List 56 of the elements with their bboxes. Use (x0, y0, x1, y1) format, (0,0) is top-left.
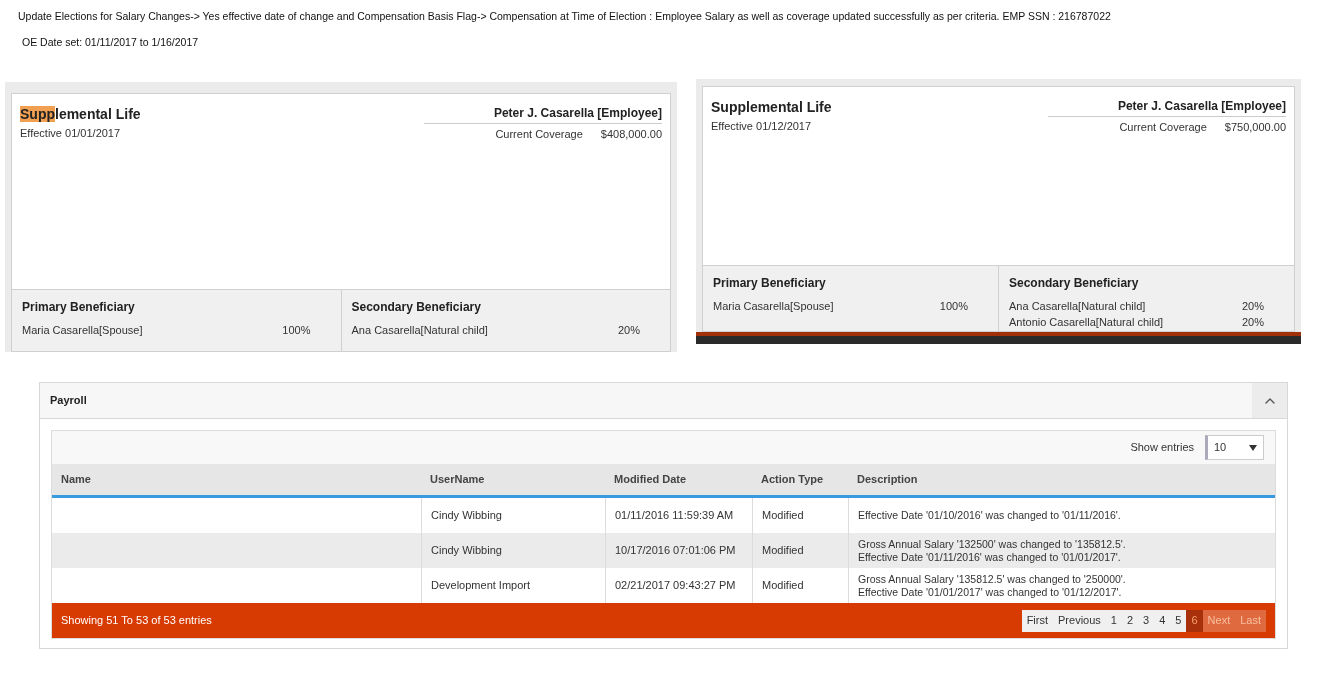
coverage-value: $750,000.00 (1224, 120, 1286, 135)
employee-name: Peter J. Casarella [Employee] (1047, 97, 1286, 117)
pagination-button[interactable]: Previous (1053, 609, 1106, 632)
coverage-label: Current Coverage (495, 127, 583, 142)
beneficiary-share: 20% (1241, 315, 1264, 330)
table-cell-text: Modified (762, 543, 804, 559)
date-note: OE Date set: 01/11/2017 to 1/16/2017 (22, 35, 199, 50)
beneficiary-name: Maria Casarella[Spouse] (713, 299, 834, 314)
collapse-button[interactable] (1252, 383, 1287, 418)
beneficiary-heading: Primary Beneficiary (22, 300, 136, 314)
column-header: Modified Date (613, 472, 688, 488)
entries-summary: Showing 51 To 53 of 53 entries (61, 613, 212, 629)
column-header: Description (856, 472, 919, 488)
column-header: UserName (429, 472, 486, 488)
table-cell-text: Modified (762, 508, 804, 524)
result-note: Update Elections for Salary Changes-> Yes effective date of change and Compensation Basis Flag-> Compensation at Time of Election : Employee Salary as well as coverage updated successfully as per criteria. EMP SSN : 216787022 (18, 9, 1111, 24)
beneficiary-name: Ana Casarella[Natural child] (1009, 299, 1146, 314)
table-cell-text: Development Import (431, 578, 531, 594)
table-cell-text: 10/17/2016 07:01:06 PM (615, 543, 736, 559)
beneficiary-heading: Secondary Beneficiary (351, 300, 482, 314)
table-cell-text: Gross Annual Salary '132500' was changed to '135812.5'. (858, 537, 1127, 551)
table-cell-text: Modified (762, 578, 804, 594)
show-entries-label: Show entries (1130, 440, 1194, 456)
beneficiary-name: Ana Casarella[Natural child] (351, 323, 488, 338)
table-cell-text: Cindy Wibbing (431, 508, 502, 524)
pagination-button[interactable]: 4 (1154, 609, 1171, 632)
table-cell-text: Effective Date '01/01/2017' was changed to '01/12/2017'. (858, 585, 1123, 599)
beneficiary-share: 20% (617, 323, 640, 338)
panel-title: Payroll (49, 393, 87, 409)
table-cell-text: Cindy Wibbing (431, 543, 502, 559)
table-cell-text: Gross Annual Salary '135812.5' was changed to '250000'. (858, 572, 1127, 586)
table-cell-text: 01/11/2016 11:59:39 AM (615, 508, 734, 524)
employee-name: Peter J. Casarella [Employee] (423, 104, 662, 124)
effective-date: Effective 01/12/2017 (711, 119, 813, 134)
pagination-button[interactable]: 5 (1170, 609, 1187, 632)
page-size-select[interactable]: 10 (1205, 435, 1264, 460)
coverage-value: $408,000.00 (600, 127, 662, 142)
column-header: Name (60, 472, 92, 488)
plan-title: Supplemental Life (20, 105, 141, 124)
beneficiary-heading: Secondary Beneficiary (1009, 276, 1140, 290)
pagination-button[interactable]: First (1021, 609, 1054, 632)
coverage-label: Current Coverage (1119, 120, 1207, 135)
plan-title: Supplemental Life (711, 98, 832, 117)
table-cell-text: Effective Date '01/10/2016' was changed to '01/11/2016'. (858, 509, 1122, 522)
dropdown-arrow-icon (1249, 444, 1257, 451)
effective-date: Effective 01/01/2017 (20, 126, 122, 141)
beneficiary-share: 20% (1241, 299, 1264, 314)
table-cell-text: 02/21/2017 09:43:27 PM (615, 578, 736, 594)
beneficiary-heading: Primary Beneficiary (713, 276, 827, 290)
beneficiary-name: Maria Casarella[Spouse] (22, 323, 143, 338)
beneficiary-share: 100% (939, 299, 968, 314)
beneficiary-name: Antonio Casarella[Natural child] (1009, 315, 1164, 330)
table-cell-text: Effective Date '01/11/2016' was changed to '01/01/2017'. (858, 550, 1122, 564)
beneficiary-share: 100% (282, 323, 311, 338)
pagination-button[interactable]: 3 (1138, 609, 1155, 632)
column-header: Action Type (760, 472, 825, 488)
